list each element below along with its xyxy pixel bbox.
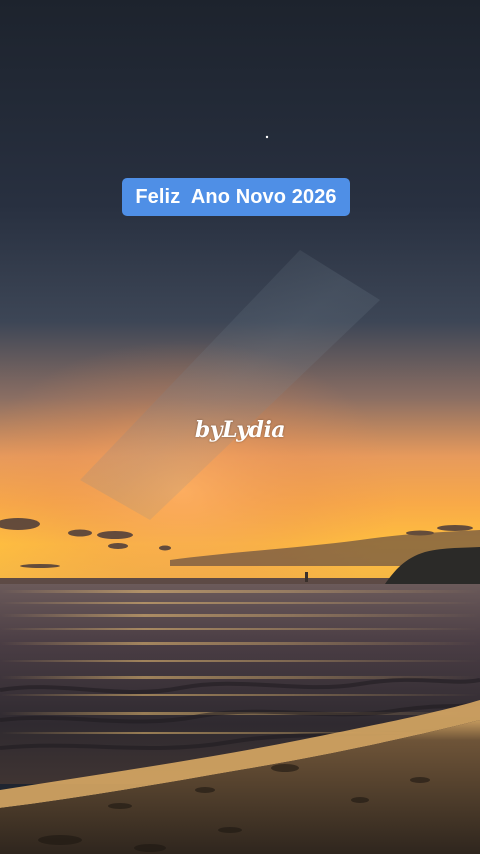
author-signature: byLydia xyxy=(194,417,286,443)
photo-scene: Feliz Ano Novo 2026 byLydia xyxy=(0,0,480,854)
new-year-caption: Feliz Ano Novo 2026 xyxy=(122,178,350,216)
